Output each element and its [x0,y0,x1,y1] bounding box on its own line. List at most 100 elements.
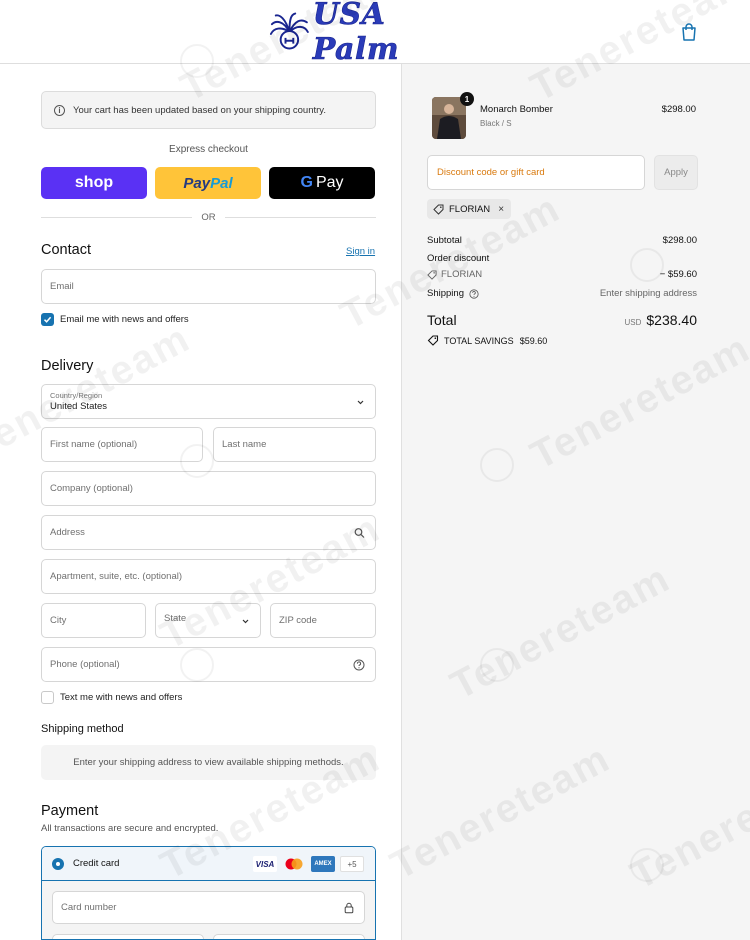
credit-card-panel: Credit card VISA AMEX +5 Card number [41,846,376,940]
quantity-badge: 1 [460,92,474,106]
country-label: Country/Region [50,391,103,400]
tag-icon [427,269,437,280]
first-name-field[interactable]: First name (optional) [41,427,203,462]
cart-updated-notice: i Your cart has been updated based on yo… [41,91,376,129]
total-row: Total USD $238.40 [427,312,697,328]
notice-text: Your cart has been updated based on your… [73,104,326,116]
country-value: United States [50,401,108,412]
google-pay-button[interactable]: G Pay [269,167,375,199]
total-savings-value: $59.60 [519,335,548,346]
credit-card-label: Credit card [73,858,120,869]
total-savings-label: TOTAL SAVINGS [444,335,514,346]
logo-text: USA Palm [312,0,400,67]
sms-newsletter-label: Text me with news and offers [60,692,183,703]
phone-placeholder: Phone (optional) [50,659,120,670]
discount-code-row: FLORIAN − $59.60 [427,269,697,280]
address-field[interactable]: Address [41,515,376,550]
zip-code-field[interactable]: ZIP code [270,603,376,638]
security-code-field[interactable] [213,934,365,939]
total-label: Total [427,312,457,328]
city-field[interactable]: City [41,603,146,638]
payment-title: Payment [41,803,99,819]
mastercard-icon [282,856,306,872]
last-name-placeholder: Last name [222,439,267,450]
company-placeholder: Company (optional) [50,483,133,494]
visa-icon: VISA [253,856,277,872]
order-summary-panel [401,64,750,940]
email-newsletter-row[interactable]: Email me with news and offers [41,313,189,326]
apartment-field[interactable]: Apartment, suite, etc. (optional) [41,559,376,594]
search-icon [354,527,365,538]
total-savings-row: TOTAL SAVINGS $59.60 [427,335,547,346]
discount-code-name: FLORIAN [441,269,483,280]
total-value: $238.40 [646,312,697,328]
card-number-field[interactable]: Card number [52,891,365,924]
shipping-value: Enter shipping address [599,288,697,299]
email-placeholder: Email [50,281,74,292]
help-circle-icon[interactable] [469,288,479,299]
shipping-row: Shipping Enter shipping address [427,288,697,299]
expiry-field[interactable] [52,934,204,939]
applied-code-label: FLORIAN [449,203,491,215]
phone-field[interactable]: Phone (optional) [41,647,376,682]
shop-pay-button[interactable]: shop [41,167,147,199]
shipping-label: Shipping [427,288,464,299]
company-field[interactable]: Company (optional) [41,471,376,506]
paypal-button[interactable]: Pay Pal [155,167,261,199]
sign-in-link[interactable]: Sign in [346,246,375,257]
product-variant: Black / S [480,119,512,128]
tag-icon [427,335,439,346]
last-name-field[interactable]: Last name [213,427,376,462]
remove-discount-icon[interactable]: × [498,204,504,215]
email-newsletter-label: Email me with news and offers [60,314,189,325]
discount-code-input[interactable]: Discount code or gift card [427,155,645,190]
divider-line [41,216,193,218]
divider-line [224,216,376,218]
applied-discount-chip: FLORIAN × [427,199,512,219]
google-pay-label: Pay [315,174,344,191]
address-placeholder: Address [50,527,85,538]
discount-value: − $59.60 [659,269,697,280]
palm-tree-logo-icon [269,12,309,50]
shopping-bag-icon[interactable] [680,22,698,42]
city-placeholder: City [50,615,67,626]
subtotal-row: Subtotal $298.00 [427,235,697,246]
or-label: OR [201,211,216,223]
card-number-placeholder: Card number [61,902,117,913]
discount-code-line: FLORIAN [427,269,482,280]
order-discount-label: Order discount [427,253,490,264]
currency-code: USD [624,318,642,327]
discount-placeholder: Discount code or gift card [437,167,545,178]
total-amount: USD $238.40 [625,312,698,328]
apply-discount-button[interactable]: Apply [654,155,698,190]
subtotal-label: Subtotal [427,235,462,246]
help-circle-icon[interactable] [353,659,365,671]
product-name: Monarch Bomber [480,104,553,115]
chevron-down-icon [242,619,249,623]
info-icon: i [54,104,65,116]
order-discount-row: Order discount [427,253,697,264]
lock-icon [344,902,354,913]
paypal-label-part2: Pal [210,174,233,192]
state-placeholder: State [164,613,187,624]
sms-newsletter-row[interactable]: Text me with news and offers [41,691,182,704]
card-brands: VISA AMEX +5 [253,856,364,872]
first-name-placeholder: First name (optional) [50,439,138,450]
store-logo[interactable]: USA Palm [268,0,478,67]
tag-icon [433,204,444,215]
sms-newsletter-checkbox[interactable] [41,691,54,704]
product-price: $298.00 [661,104,696,115]
credit-card-option[interactable]: Credit card VISA AMEX +5 [42,847,375,881]
google-g-icon: G [300,174,313,191]
payment-subtitle: All transactions are secure and encrypte… [41,823,219,834]
or-divider: OR [41,210,376,224]
apartment-placeholder: Apartment, suite, etc. (optional) [50,571,183,582]
shipping-method-message: Enter your shipping address to view avai… [41,745,376,780]
state-select[interactable]: State [155,603,261,638]
shipping-label-wrap: Shipping [427,288,479,299]
email-field[interactable]: Email [41,269,376,304]
email-newsletter-checkbox[interactable] [41,313,54,326]
header: USA Palm [0,0,750,67]
country-select[interactable]: Country/Region United States [41,384,376,419]
credit-card-radio[interactable] [52,857,64,870]
